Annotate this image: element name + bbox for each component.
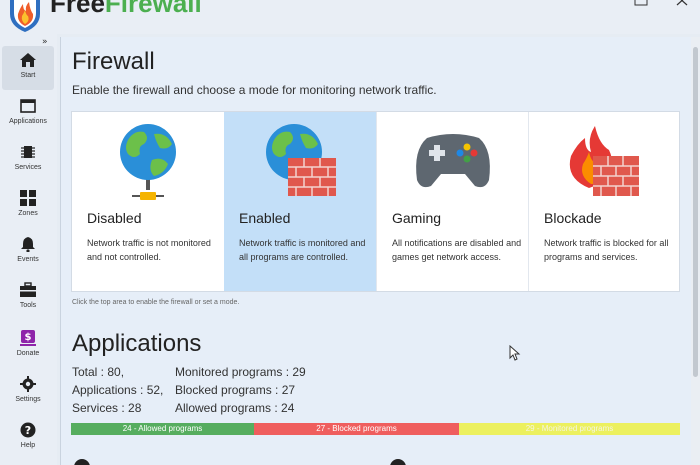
- mode-card-disabled[interactable]: Disabled Network traffic is not monitore…: [72, 112, 224, 291]
- home-icon: [20, 53, 36, 67]
- sidebar-item-events[interactable]: Events: [2, 230, 54, 274]
- mode-title: Gaming: [392, 210, 442, 226]
- scrollbar-thumb[interactable]: [693, 47, 698, 377]
- sidebar-item-services[interactable]: Services: [2, 138, 54, 182]
- sidebar-item-label: Events: [17, 256, 39, 263]
- services-count: Services : 28: [72, 401, 142, 415]
- monitored-count: Monitored programs : 29: [175, 365, 306, 379]
- sidebar-item-label: Services: [14, 164, 42, 171]
- firewall-subtitle: Enable the firewall and choose a mode fo…: [72, 83, 437, 97]
- mode-title: Disabled: [87, 210, 142, 226]
- allowed-count: Allowed programs : 24: [175, 401, 295, 415]
- app-title: FreeFirewall: [50, 0, 202, 16]
- mode-card-blockade[interactable]: Blockade Network traffic is blocked for …: [529, 112, 681, 291]
- blocked-segment: 27 - Blocked programs: [254, 423, 459, 435]
- gamepad-icon: [416, 134, 490, 188]
- mode-title: Enabled: [239, 210, 291, 226]
- sidebar-item-donate[interactable]: $ Donate: [2, 324, 54, 368]
- sidebar: » Start Applications Services Zones Even…: [0, 34, 57, 465]
- mode-description: Network traffic is not monitored and not…: [87, 238, 211, 262]
- blocked-count: Blocked programs : 27: [175, 383, 296, 397]
- window-icon: [20, 99, 36, 113]
- globe-network-icon: [120, 124, 176, 200]
- monitored-segment: 29 - Monitored programs: [459, 423, 680, 435]
- sidebar-item-settings[interactable]: Settings: [2, 370, 54, 414]
- chip-icon: [21, 146, 35, 158]
- mode-title: Blockade: [544, 210, 602, 226]
- applications-heading: Applications: [72, 330, 202, 357]
- sidebar-item-label: Help: [20, 442, 36, 449]
- globe-firewall-icon: [266, 124, 336, 196]
- grid-icon: [20, 190, 36, 206]
- mode-hint: Click the top area to enable the firewal…: [72, 299, 240, 306]
- sidebar-item-label: Tools: [19, 302, 37, 309]
- app-title-part1: Free: [50, 0, 105, 18]
- fire-wall-icon: [569, 126, 639, 196]
- sidebar-item-applications[interactable]: Applications: [2, 92, 54, 136]
- sidebar-item-label: Applications: [9, 118, 47, 125]
- programs-distribution-bar: 24 - Allowed programs 27 - Blocked progr…: [71, 423, 680, 435]
- app-title-part2: Firewall: [104, 0, 202, 18]
- sidebar-item-label: Zones: [18, 210, 38, 217]
- mouse-cursor-icon: [509, 345, 521, 361]
- help-icon: ?: [20, 422, 36, 438]
- gear-icon: [20, 376, 36, 392]
- allowed-segment: 24 - Allowed programs: [71, 423, 254, 435]
- firewall-heading: Firewall: [72, 48, 155, 75]
- vertical-scrollbar[interactable]: [691, 37, 700, 465]
- mode-description: Network traffic is monitored and all pro…: [239, 238, 366, 262]
- bell-icon: [21, 237, 35, 252]
- title-bar: FreeFirewall: [0, 0, 700, 34]
- sidebar-item-zones[interactable]: Zones: [2, 184, 54, 228]
- mode-card-gaming[interactable]: Gaming All notifications are disabled an…: [377, 112, 529, 291]
- donate-icon: $: [20, 330, 36, 346]
- sidebar-item-label: Settings: [15, 396, 41, 403]
- toolbox-icon: [20, 282, 36, 297]
- applications-count: Applications : 52,: [72, 383, 164, 397]
- sidebar-item-start[interactable]: Start: [2, 46, 54, 90]
- mode-description: All notifications are disabled and games…: [392, 238, 522, 262]
- svg-text:$: $: [25, 332, 32, 343]
- maximize-icon[interactable]: [632, 0, 650, 8]
- sidebar-item-help[interactable]: ? Help: [2, 416, 54, 460]
- mode-card-enabled[interactable]: Enabled Network traffic is monitored and…: [224, 112, 376, 291]
- close-icon[interactable]: [674, 0, 692, 8]
- firewall-logo-icon: [10, 0, 40, 32]
- sidebar-item-label: Donate: [16, 350, 40, 357]
- mode-cards: Disabled Network traffic is not monitore…: [71, 111, 680, 292]
- svg-text:?: ?: [25, 424, 31, 437]
- total-count: Total : 80,: [72, 365, 125, 379]
- sidebar-item-tools[interactable]: Tools: [2, 276, 54, 320]
- mode-description: Network traffic is blocked for all progr…: [544, 238, 669, 262]
- sidebar-item-label: Start: [20, 72, 36, 79]
